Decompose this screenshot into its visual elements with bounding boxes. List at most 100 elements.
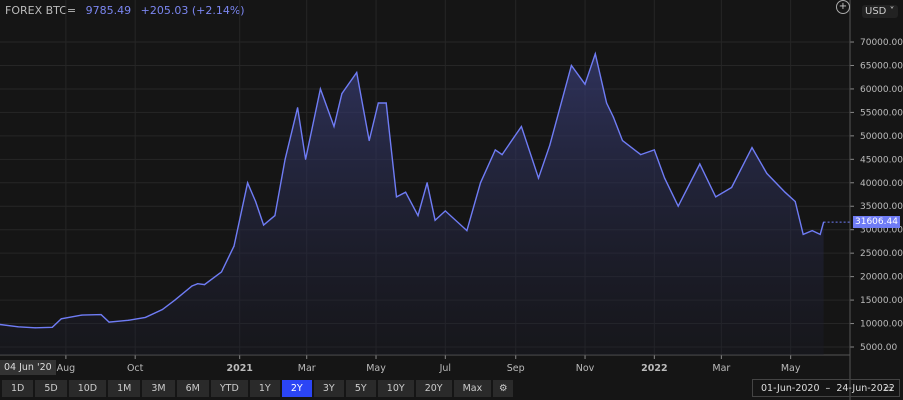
range-button-1m[interactable]: 1M [108, 380, 141, 397]
x-tick-label: Nov [576, 363, 595, 374]
settings-gear-icon[interactable]: ⚙ [493, 380, 514, 397]
range-button-5d[interactable]: 5D [35, 380, 67, 397]
range-button-20y[interactable]: 20Y [415, 380, 452, 397]
data-point [479, 182, 482, 184]
range-button-3m[interactable]: 3M [142, 380, 175, 397]
zoom-plus-icon[interactable]: + [836, 0, 850, 14]
data-point [520, 125, 523, 128]
data-point [466, 230, 468, 232]
range-button-max[interactable]: Max [453, 380, 492, 397]
x-tick-label: May [366, 363, 386, 374]
data-point [127, 319, 129, 321]
data-point [677, 205, 679, 207]
data-point [811, 230, 813, 232]
data-point [34, 327, 36, 329]
price-chart[interactable]: 5000.00 10000.00 15000.00 20000.00 25000.00 3… [0, 0, 903, 400]
y-tick-label: 55000.00 [860, 108, 903, 118]
y-tick-label: 5000.00 [860, 343, 897, 353]
data-point [319, 88, 321, 90]
data-point [751, 146, 753, 149]
calendar-icon[interactable]: ▭ [884, 380, 893, 398]
data-point [144, 316, 147, 319]
data-point [191, 285, 193, 287]
x-tick-label: 2021 [226, 363, 252, 374]
range-button-6m[interactable]: 6M [176, 380, 209, 397]
range-button-2y[interactable]: 2Y [281, 380, 312, 397]
y-tick-label: 10000.00 [860, 320, 903, 330]
data-point [203, 283, 206, 286]
data-point [426, 182, 428, 184]
data-point [699, 163, 701, 165]
data-point [274, 215, 276, 217]
y-tick-label: 35000.00 [860, 202, 903, 212]
data-point [584, 83, 586, 85]
y-tick-label: 45000.00 [860, 155, 903, 165]
range-button-5y[interactable]: 5Y [345, 380, 376, 397]
date-from: 01-Jun-2020 [761, 383, 820, 394]
data-point [220, 271, 223, 273]
data-point [81, 314, 83, 316]
data-point [570, 64, 573, 67]
data-point [100, 314, 102, 316]
y-tick-label: 15000.00 [860, 296, 903, 306]
range-button-1d[interactable]: 1D [2, 380, 34, 397]
data-point [233, 245, 235, 247]
range-button-1y[interactable]: 1Y [249, 380, 280, 397]
currency-label: USD [865, 6, 887, 17]
data-point [333, 125, 335, 128]
last-price-label: 31606.44 [853, 216, 900, 228]
x-tick-label: Mar [298, 363, 316, 374]
currency-select[interactable]: USD ˅ [862, 5, 898, 18]
data-point [784, 191, 786, 193]
y-tick-label: 70000.00 [860, 38, 903, 48]
x-tick-label: May [781, 363, 801, 374]
data-point [715, 196, 717, 198]
data-point [663, 177, 666, 179]
data-point [377, 102, 379, 104]
data-point [341, 93, 343, 95]
data-point [537, 177, 540, 179]
data-point [17, 326, 19, 328]
data-point [51, 326, 53, 328]
data-point [819, 233, 821, 235]
data-point [653, 149, 655, 151]
range-button-10y[interactable]: 10Y [377, 380, 414, 397]
y-tick-label: 65000.00 [860, 61, 903, 71]
data-point [297, 107, 299, 109]
data-point [606, 102, 608, 104]
range-button-10d[interactable]: 10D [68, 380, 107, 397]
data-point [197, 283, 199, 285]
data-point [60, 318, 62, 320]
date-range-picker[interactable]: 01-Jun-2020 – 24-Jun-2022 ▭ [752, 379, 900, 397]
data-point [255, 200, 257, 203]
y-tick-label: 60000.00 [860, 85, 903, 95]
y-tick-label: 20000.00 [860, 273, 903, 283]
data-point [549, 144, 551, 146]
data-point [640, 154, 642, 156]
data-point [730, 186, 733, 189]
data-point [304, 158, 307, 160]
data-point [404, 191, 407, 193]
data-point [108, 321, 110, 323]
x-tick-label: Jul [439, 363, 451, 374]
x-tick-label: Oct [127, 363, 144, 374]
cursor-date-label: 04 Jun '20 [0, 360, 56, 375]
data-point [174, 299, 176, 301]
y-tick-label: 25000.00 [860, 249, 903, 259]
x-tick-label: 2022 [641, 363, 667, 374]
data-point [612, 116, 615, 118]
data-point [621, 139, 624, 142]
range-button-3y[interactable]: 3Y [313, 380, 344, 397]
x-tick-label: Sep [507, 363, 525, 374]
data-point [794, 200, 796, 203]
data-point [284, 158, 286, 160]
range-button-ytd[interactable]: YTD [210, 380, 248, 397]
data-point [368, 139, 370, 142]
data-point [395, 196, 398, 198]
data-point [247, 182, 249, 184]
data-point [356, 71, 358, 74]
data-point [385, 102, 387, 104]
data-point [494, 149, 496, 151]
data-point [501, 154, 503, 156]
date-sep: – [825, 383, 831, 394]
